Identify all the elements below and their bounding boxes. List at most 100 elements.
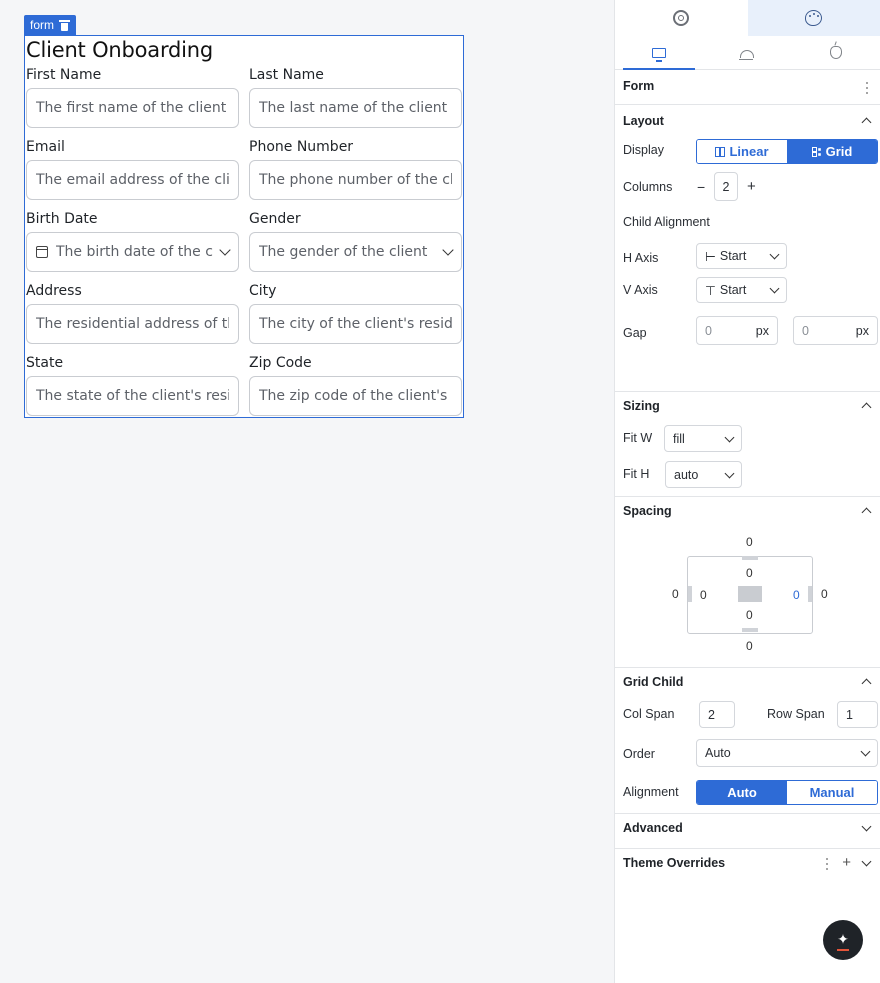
padding-top-value[interactable]: 0 bbox=[746, 566, 753, 580]
columns-decrement-button[interactable]: − bbox=[697, 179, 705, 195]
form-selection-tag[interactable]: form bbox=[24, 15, 76, 35]
trash-icon[interactable] bbox=[59, 19, 70, 31]
gap-row-input[interactable]: 0 px bbox=[696, 316, 778, 345]
grid-layout-icon bbox=[811, 146, 822, 157]
grid-child-section: Grid Child Col Span 2 Row Span 1 Order A… bbox=[615, 668, 880, 814]
tab-styles[interactable] bbox=[747, 0, 880, 36]
display-grid-option[interactable]: Grid bbox=[787, 140, 877, 163]
advanced-section-title: Advanced bbox=[623, 821, 683, 835]
add-icon[interactable]: + bbox=[842, 854, 851, 871]
align-start-h-icon: ⊢ bbox=[705, 249, 716, 264]
more-options-icon[interactable] bbox=[865, 82, 868, 94]
last-name-placeholder: The last name of the client bbox=[259, 100, 448, 116]
gender-label: Gender bbox=[249, 211, 301, 227]
columns-value[interactable]: 2 bbox=[714, 172, 738, 201]
chevron-down-icon[interactable] bbox=[861, 821, 872, 832]
margin-right-value[interactable]: 0 bbox=[821, 587, 828, 601]
fit-h-select[interactable]: auto bbox=[665, 461, 742, 488]
spacing-center bbox=[738, 586, 762, 602]
chevron-up-icon[interactable] bbox=[861, 402, 872, 413]
row-span-label: Row Span bbox=[767, 707, 825, 721]
display-linear-label: Linear bbox=[729, 144, 769, 159]
calendar-icon bbox=[36, 246, 48, 258]
chevron-up-icon[interactable] bbox=[861, 117, 872, 128]
tab-ios[interactable] bbox=[792, 36, 880, 69]
gap-column-input[interactable]: 0 px bbox=[793, 316, 878, 345]
linear-layout-icon bbox=[715, 146, 726, 157]
gap-column-unit: px bbox=[855, 323, 869, 338]
fit-w-select[interactable]: fill bbox=[664, 425, 742, 452]
col-span-input[interactable]: 2 bbox=[699, 701, 735, 728]
form-tag-label: form bbox=[30, 18, 54, 32]
client-onboarding-form[interactable]: Client Onboarding First Name The first n… bbox=[24, 35, 464, 418]
h-axis-select[interactable]: ⊢ Start bbox=[696, 243, 787, 269]
align-start-v-icon: ⊤ bbox=[705, 283, 716, 298]
phone-number-placeholder: The phone number of the client bbox=[259, 172, 452, 188]
email-input[interactable]: The email address of the client bbox=[26, 160, 239, 200]
email-label: Email bbox=[26, 139, 65, 155]
apple-icon bbox=[829, 46, 842, 59]
margin-top-value[interactable]: 0 bbox=[746, 535, 753, 549]
margin-left-value[interactable]: 0 bbox=[672, 587, 679, 601]
gap-row-value: 0 bbox=[705, 323, 712, 338]
columns-increment-button[interactable]: + bbox=[747, 178, 756, 195]
alignment-auto-option[interactable]: Auto bbox=[697, 781, 787, 804]
more-options-icon[interactable] bbox=[825, 858, 828, 870]
chevron-up-icon[interactable] bbox=[861, 678, 872, 689]
tab-android[interactable] bbox=[703, 36, 791, 69]
gap-row-unit: px bbox=[755, 323, 769, 338]
zip-code-label: Zip Code bbox=[249, 355, 312, 371]
display-toggle: Linear Grid bbox=[696, 139, 878, 164]
padding-bottom-handle[interactable] bbox=[742, 628, 758, 632]
sizing-section: Sizing Fit W fill Fit H auto bbox=[615, 392, 880, 497]
layout-section: Layout Display Linear Grid Columns − 2 +… bbox=[615, 105, 880, 392]
h-axis-label: H Axis bbox=[623, 251, 659, 265]
col-span-label: Col Span bbox=[623, 707, 675, 721]
margin-right-handle[interactable] bbox=[808, 586, 812, 602]
chevron-down-icon[interactable] bbox=[861, 856, 872, 867]
last-name-input[interactable]: The last name of the client bbox=[249, 88, 462, 128]
birth-date-label: Birth Date bbox=[26, 211, 98, 227]
address-label: Address bbox=[26, 283, 82, 299]
order-select[interactable]: Auto bbox=[696, 739, 878, 767]
padding-right-value[interactable]: 0 bbox=[793, 588, 800, 602]
chevron-down-icon bbox=[442, 244, 454, 256]
phone-number-input[interactable]: The phone number of the client bbox=[249, 160, 462, 200]
gender-select[interactable]: The gender of the client bbox=[249, 232, 462, 272]
zip-code-input[interactable]: The zip code of the client's residence bbox=[249, 376, 462, 416]
ai-assistant-button[interactable]: ✦ bbox=[823, 920, 863, 960]
last-name-label: Last Name bbox=[249, 67, 324, 83]
fit-h-label: Fit H bbox=[623, 467, 650, 481]
city-input[interactable]: The city of the client's residence bbox=[249, 304, 462, 344]
first-name-input[interactable]: The first name of the client bbox=[26, 88, 239, 128]
first-name-label: First Name bbox=[26, 67, 102, 83]
panel-top-tabs bbox=[615, 0, 880, 36]
display-linear-option[interactable]: Linear bbox=[697, 140, 787, 163]
chevron-up-icon[interactable] bbox=[861, 507, 872, 518]
advanced-section[interactable]: Advanced bbox=[615, 814, 880, 849]
address-input[interactable]: The residential address of the client bbox=[26, 304, 239, 344]
padding-top-handle[interactable] bbox=[742, 556, 758, 560]
chevron-down-icon bbox=[769, 249, 780, 260]
v-axis-select[interactable]: ⊤ Start bbox=[696, 277, 787, 303]
birth-date-picker[interactable]: The birth date of the client bbox=[26, 232, 239, 272]
v-axis-value: Start bbox=[719, 283, 747, 297]
row-span-input[interactable]: 1 bbox=[837, 701, 878, 728]
state-input[interactable]: The state of the client's residence bbox=[26, 376, 239, 416]
tab-settings[interactable] bbox=[615, 0, 748, 36]
chevron-down-icon bbox=[860, 746, 871, 757]
palette-icon bbox=[805, 10, 823, 26]
alignment-manual-option[interactable]: Manual bbox=[787, 781, 877, 804]
spacing-section-title: Spacing bbox=[623, 504, 672, 518]
tab-desktop[interactable] bbox=[615, 36, 703, 70]
monitor-icon bbox=[652, 47, 667, 62]
phone-number-label: Phone Number bbox=[249, 139, 354, 155]
form-header-section: Form bbox=[615, 70, 880, 105]
padding-left-value[interactable]: 0 bbox=[700, 588, 707, 602]
margin-left-handle[interactable] bbox=[688, 586, 692, 602]
android-icon bbox=[739, 50, 755, 60]
theme-overrides-section[interactable]: Theme Overrides + bbox=[615, 849, 880, 884]
margin-bottom-value[interactable]: 0 bbox=[746, 639, 753, 653]
gender-placeholder: The gender of the client bbox=[259, 244, 428, 260]
padding-bottom-value[interactable]: 0 bbox=[746, 608, 753, 622]
